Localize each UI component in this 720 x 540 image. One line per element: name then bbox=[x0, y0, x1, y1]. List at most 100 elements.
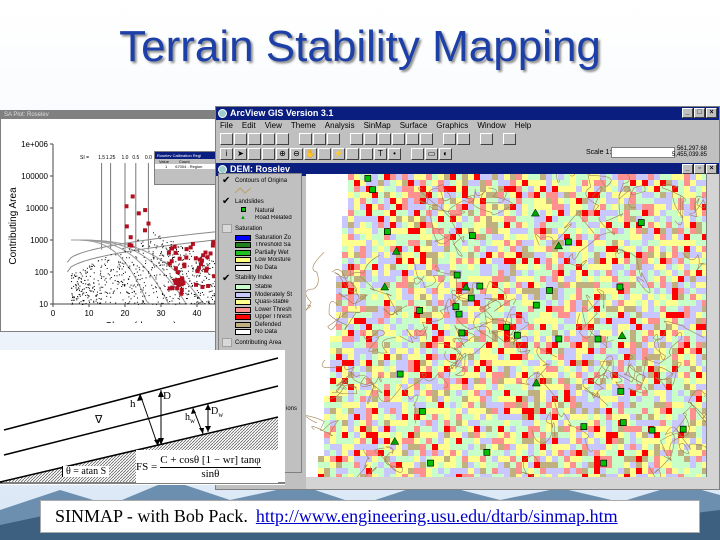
menu-sinmap[interactable]: SinMap bbox=[364, 121, 391, 130]
menu-edit[interactable]: Edit bbox=[242, 121, 256, 130]
stability-cell bbox=[630, 438, 636, 444]
zoom-active-button[interactable] bbox=[364, 132, 377, 145]
menu-surface[interactable]: Surface bbox=[400, 121, 428, 130]
data-point bbox=[129, 265, 131, 267]
menu-graphics[interactable]: Graphics bbox=[436, 121, 468, 130]
minimize-button[interactable]: _ bbox=[682, 108, 693, 118]
stability-cell bbox=[600, 426, 606, 432]
stability-cell bbox=[426, 246, 432, 252]
stability-cell bbox=[450, 408, 456, 414]
close-button[interactable]: × bbox=[706, 108, 717, 118]
hotlink-tool[interactable]: ⚡ bbox=[332, 147, 345, 160]
data-point bbox=[90, 299, 92, 301]
measure-tool[interactable] bbox=[318, 147, 331, 160]
label-tool[interactable] bbox=[360, 147, 373, 160]
stability-map[interactable] bbox=[306, 174, 706, 477]
zoom-previous-button[interactable] bbox=[420, 132, 433, 145]
snap-tool[interactable] bbox=[411, 147, 424, 160]
toc-stability[interactable]: ✔ Stability Index bbox=[219, 273, 301, 284]
data-point bbox=[159, 274, 161, 276]
view-restore-button[interactable]: ▫ bbox=[694, 164, 705, 174]
sinmap-link[interactable]: http://www.engineering.usu.edu/dtarb/sin… bbox=[256, 506, 618, 526]
clear-select-button[interactable] bbox=[457, 132, 470, 145]
data-point bbox=[76, 281, 78, 283]
stability-cell bbox=[678, 402, 684, 408]
scale-input[interactable] bbox=[611, 147, 675, 158]
data-point bbox=[163, 264, 165, 266]
checkbox-saturation[interactable] bbox=[222, 224, 232, 233]
toc-landslides[interactable]: ✔ Landslides bbox=[219, 196, 301, 207]
stability-cell bbox=[384, 270, 390, 276]
zoom-out-tool-tool[interactable]: ⊖ bbox=[290, 147, 303, 160]
view-minimize-button[interactable]: _ bbox=[682, 164, 693, 174]
identify-tool[interactable]: i bbox=[220, 147, 233, 160]
vertex-tool[interactable] bbox=[248, 147, 261, 160]
stability-cell bbox=[330, 378, 336, 384]
add-theme-button[interactable] bbox=[234, 132, 247, 145]
area-tool[interactable] bbox=[346, 147, 359, 160]
stability-cell bbox=[486, 342, 492, 348]
menu-file[interactable]: File bbox=[220, 121, 233, 130]
calibration-mini-window[interactable]: Roselev Calibration Regi Value Count 1 670… bbox=[154, 151, 216, 185]
stability-cell bbox=[660, 306, 666, 312]
data-point bbox=[105, 257, 107, 259]
stability-cell bbox=[330, 432, 336, 438]
stability-cell bbox=[408, 318, 414, 324]
locate-button[interactable] bbox=[327, 132, 340, 145]
stability-cell bbox=[450, 192, 456, 198]
checkbox-landslides[interactable]: ✔ bbox=[222, 197, 232, 207]
select-feature-tool[interactable] bbox=[262, 147, 275, 160]
menu-help[interactable]: Help bbox=[515, 121, 531, 130]
save-button[interactable] bbox=[220, 132, 233, 145]
checkbox-contributing[interactable] bbox=[222, 338, 232, 347]
stability-cell bbox=[510, 342, 516, 348]
map-frame-tool[interactable]: ▭ bbox=[425, 147, 438, 160]
zoom-full-button[interactable] bbox=[350, 132, 363, 145]
stability-cell bbox=[618, 462, 624, 468]
data-point bbox=[209, 302, 211, 304]
stability-cell bbox=[420, 336, 426, 342]
data-point bbox=[166, 299, 168, 301]
select-all-button[interactable] bbox=[443, 132, 456, 145]
zoom-in-button[interactable] bbox=[392, 132, 405, 145]
zoom-selected-button[interactable] bbox=[378, 132, 391, 145]
open-table-button[interactable] bbox=[276, 132, 289, 145]
draw-tool[interactable]: • bbox=[388, 147, 401, 160]
view-close-button[interactable]: × bbox=[706, 164, 717, 174]
data-point bbox=[187, 293, 189, 295]
pointer-tool[interactable]: ➤ bbox=[234, 147, 247, 160]
stability-cell bbox=[654, 252, 660, 258]
toc-contributing-area[interactable]: Contributing Area bbox=[219, 337, 301, 348]
edit-legend-button[interactable] bbox=[262, 132, 275, 145]
query-button[interactable] bbox=[313, 132, 326, 145]
stability-cell bbox=[552, 450, 558, 456]
stability-cell bbox=[366, 246, 372, 252]
toc-contours[interactable]: ✔ Contours of Origina bbox=[219, 175, 301, 186]
arcview-titlebar[interactable]: ArcView GIS Version 3.1 _ □ × bbox=[216, 107, 719, 120]
stability-cell bbox=[642, 426, 648, 432]
theme-props-button[interactable] bbox=[248, 132, 261, 145]
menu-theme[interactable]: Theme bbox=[291, 121, 316, 130]
stability-cell bbox=[600, 258, 606, 264]
sinmap-tool[interactable]: ◐ bbox=[439, 147, 452, 160]
map-horizontal-scrollbar[interactable] bbox=[306, 477, 719, 489]
stability-cell bbox=[438, 246, 444, 252]
menu-view[interactable]: View bbox=[265, 121, 282, 130]
zoom-out-button[interactable] bbox=[406, 132, 419, 145]
menu-analysis[interactable]: Analysis bbox=[325, 121, 355, 130]
help-button[interactable] bbox=[503, 132, 516, 145]
checkbox-contours[interactable]: ✔ bbox=[222, 176, 232, 186]
text-tool[interactable]: T bbox=[374, 147, 387, 160]
print-button[interactable] bbox=[480, 132, 493, 145]
maximize-button[interactable]: □ bbox=[694, 108, 705, 118]
stability-cell bbox=[402, 198, 408, 204]
menu-window[interactable]: Window bbox=[477, 121, 505, 130]
data-point bbox=[89, 289, 91, 291]
toc-saturation[interactable]: Saturation bbox=[219, 223, 301, 234]
find-button[interactable] bbox=[299, 132, 312, 145]
pan-tool[interactable]: ✋ bbox=[304, 147, 317, 160]
stability-cell bbox=[522, 312, 528, 318]
zoom-in-tool-tool[interactable]: ⊕ bbox=[276, 147, 289, 160]
map-vertical-scrollbar[interactable] bbox=[706, 174, 719, 477]
checkbox-stability[interactable]: ✔ bbox=[222, 273, 232, 283]
